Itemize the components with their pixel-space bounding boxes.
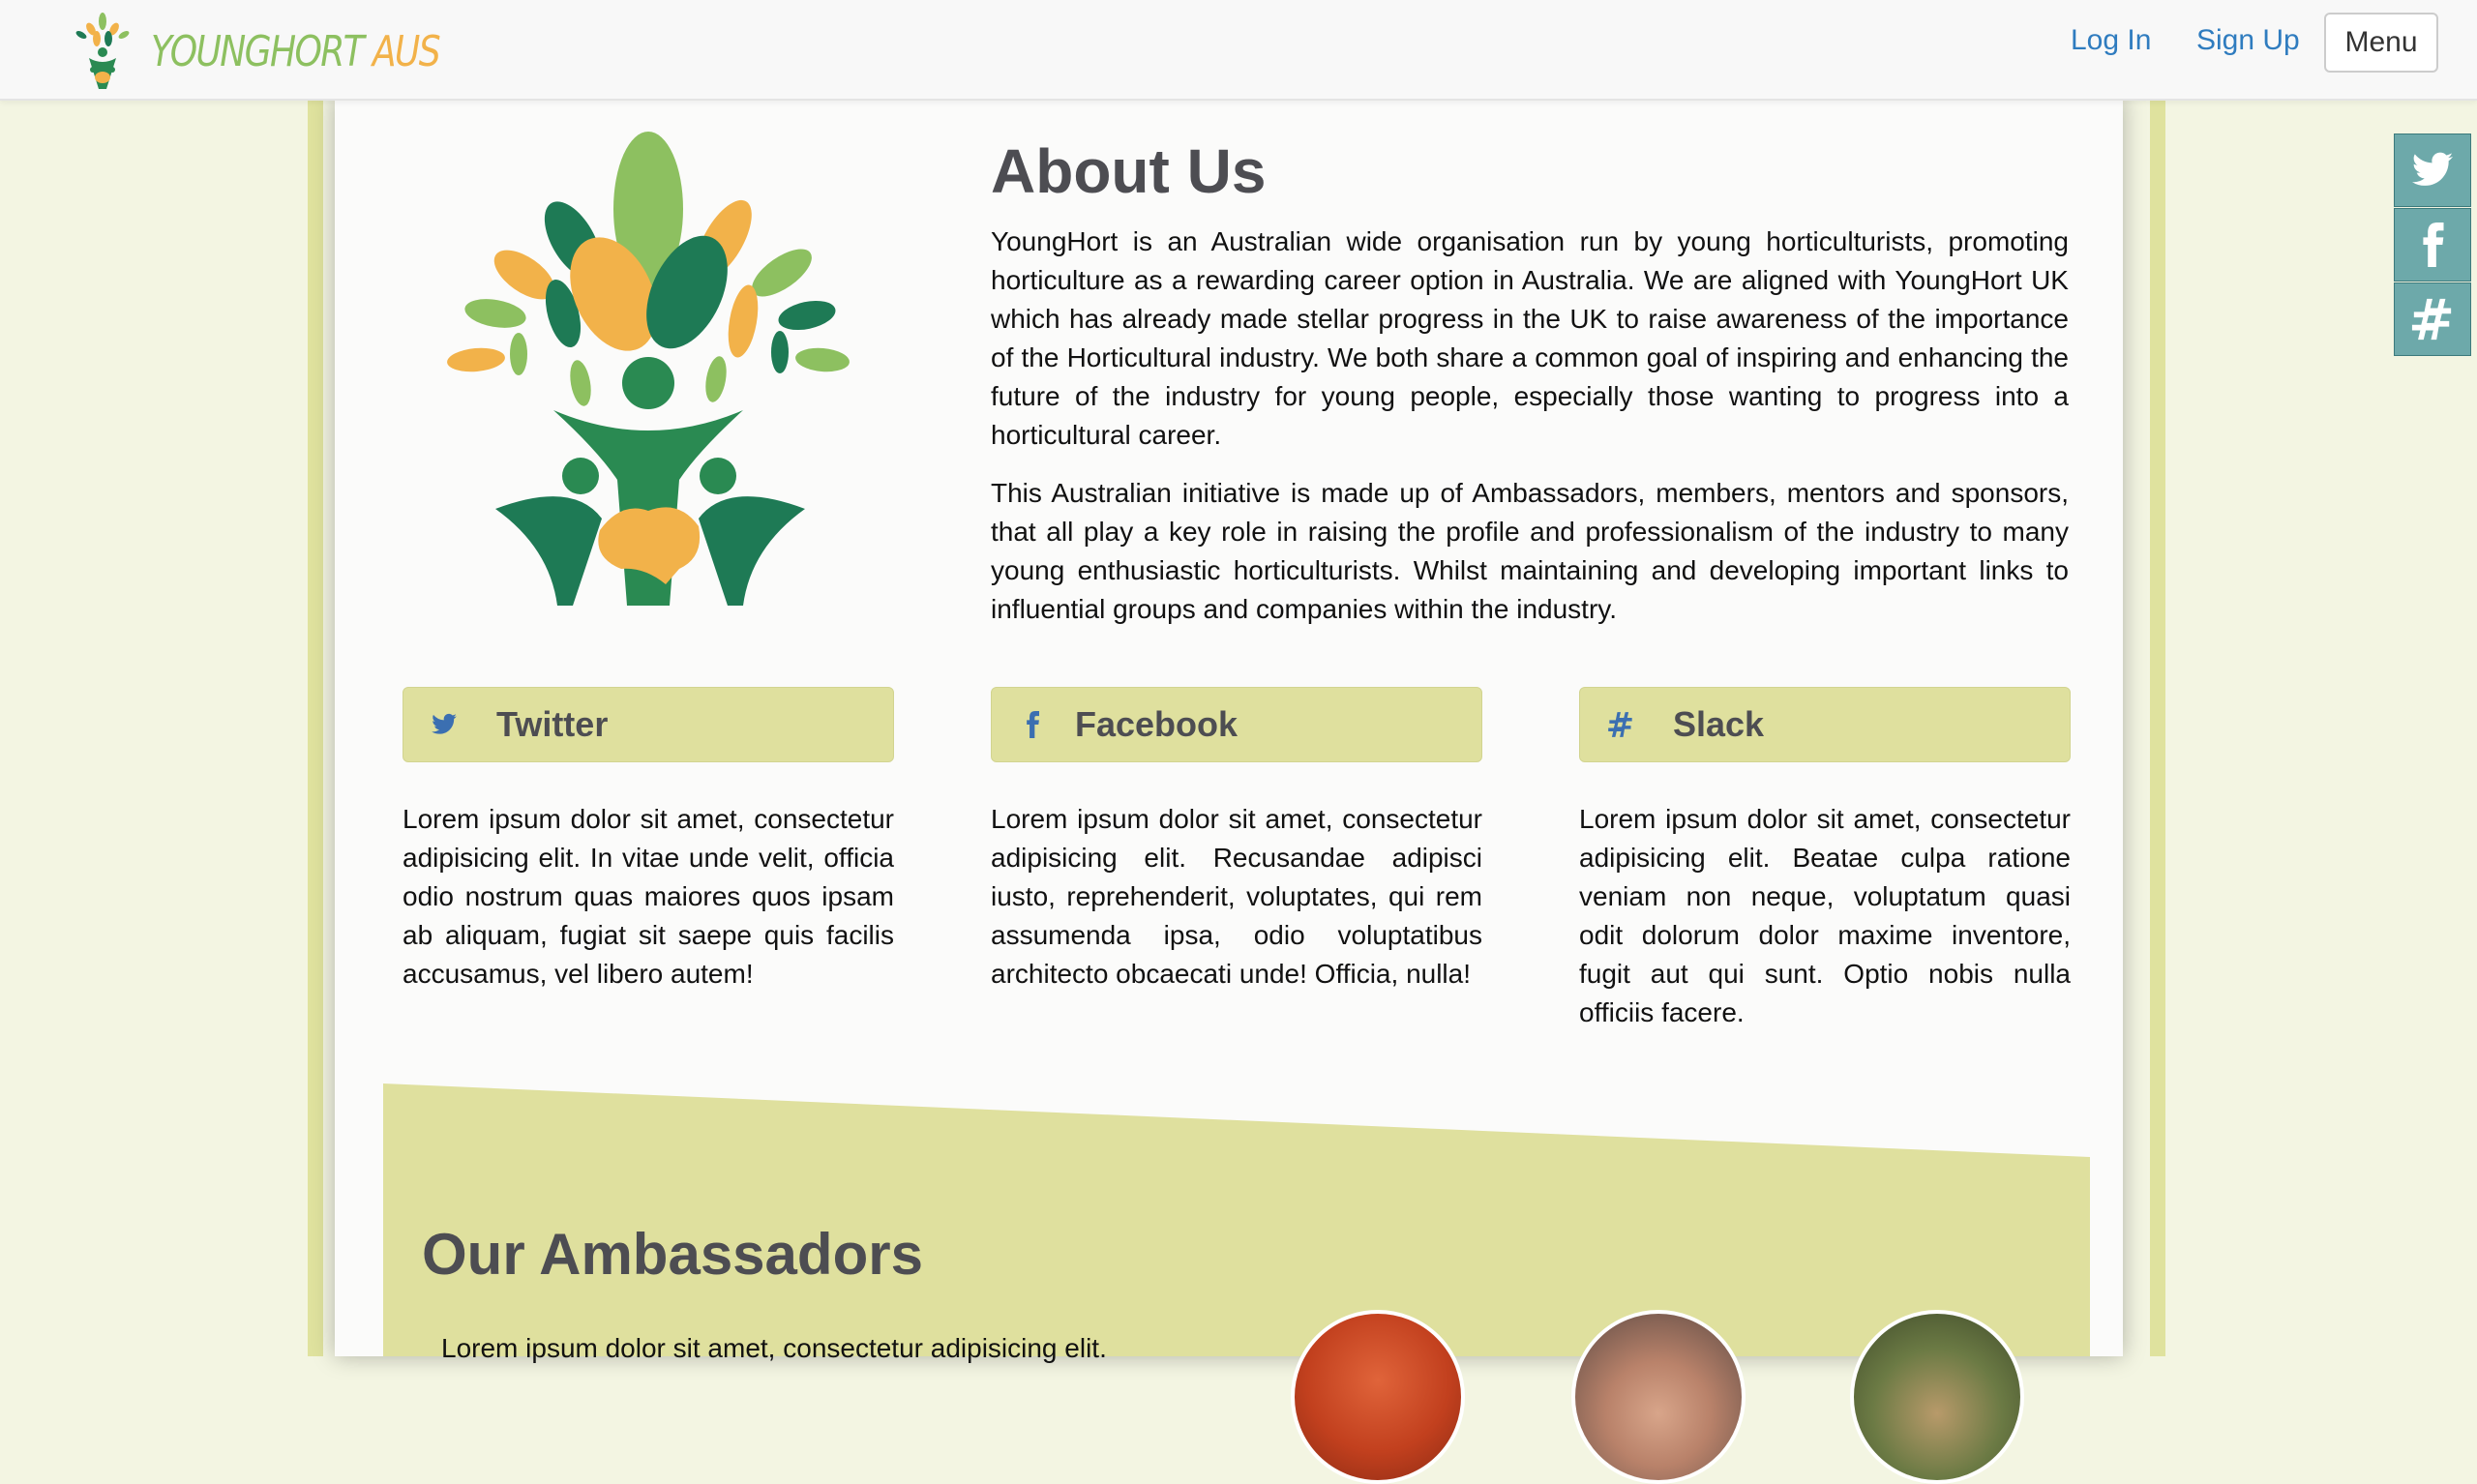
social-sidebar: [2394, 134, 2473, 357]
about-title: About Us: [991, 136, 1267, 206]
social-twitter-button[interactable]: [2394, 134, 2471, 207]
twitter-feature-button[interactable]: Twitter: [403, 687, 894, 762]
ambassador-avatar-3[interactable]: [1850, 1310, 2024, 1484]
facebook-icon: [2423, 223, 2444, 267]
ambassadors-title: Our Ambassadors: [422, 1222, 923, 1287]
about-paragraph-1: YoungHort is an Australian wide organisa…: [991, 226, 2069, 450]
slack-icon: [2411, 298, 2452, 341]
brand-name: YOUNGHORT AUS: [151, 26, 441, 76]
right-rail: [2150, 97, 2165, 1356]
slack-feature-text: Lorem ipsum dolor sit amet, consectetur …: [1579, 804, 2071, 1027]
twitter-feature-text: Lorem ipsum dolor sit amet, consectetur …: [403, 804, 894, 989]
brand-word-2: AUS: [372, 26, 441, 76]
facebook-feature-button[interactable]: Facebook: [991, 687, 1482, 762]
slack-feature-button[interactable]: Slack: [1579, 687, 2071, 762]
younghort-tree-logo-icon: [447, 132, 850, 606]
twitter-icon: [2411, 152, 2454, 186]
about-paragraph-2: This Australian initiative is made up of…: [991, 478, 2069, 624]
left-rail: [308, 97, 323, 1356]
tree-logo-icon: [75, 13, 130, 89]
twitter-icon: [432, 713, 457, 734]
login-link[interactable]: Log In: [2071, 24, 2151, 57]
ambassador-avatar-2[interactable]: [1571, 1310, 1746, 1484]
social-slack-button[interactable]: [2394, 282, 2471, 356]
facebook-icon: [1027, 711, 1039, 738]
ambassadors-background: [383, 1083, 2090, 1356]
facebook-feature-text: Lorem ipsum dolor sit amet, consectetur …: [991, 804, 1482, 989]
slack-icon: [1608, 712, 1632, 737]
ambassador-avatar-1[interactable]: [1291, 1310, 1465, 1484]
ambassadors-text: Lorem ipsum dolor sit amet, consectetur …: [441, 1333, 1107, 1363]
social-facebook-button[interactable]: [2394, 208, 2471, 282]
twitter-feature-label: Twitter: [496, 704, 609, 744]
menu-button[interactable]: Menu: [2324, 13, 2438, 73]
signup-link[interactable]: Sign Up: [2196, 24, 2300, 57]
facebook-feature-label: Facebook: [1075, 704, 1238, 744]
brand-word-1: YOUNGHORT: [151, 26, 365, 76]
navbar: YOUNGHORT AUS Log In Sign Up Menu: [0, 0, 2477, 101]
slack-feature-label: Slack: [1673, 704, 1765, 744]
brand-logo[interactable]: YOUNGHORT AUS: [68, 12, 502, 91]
